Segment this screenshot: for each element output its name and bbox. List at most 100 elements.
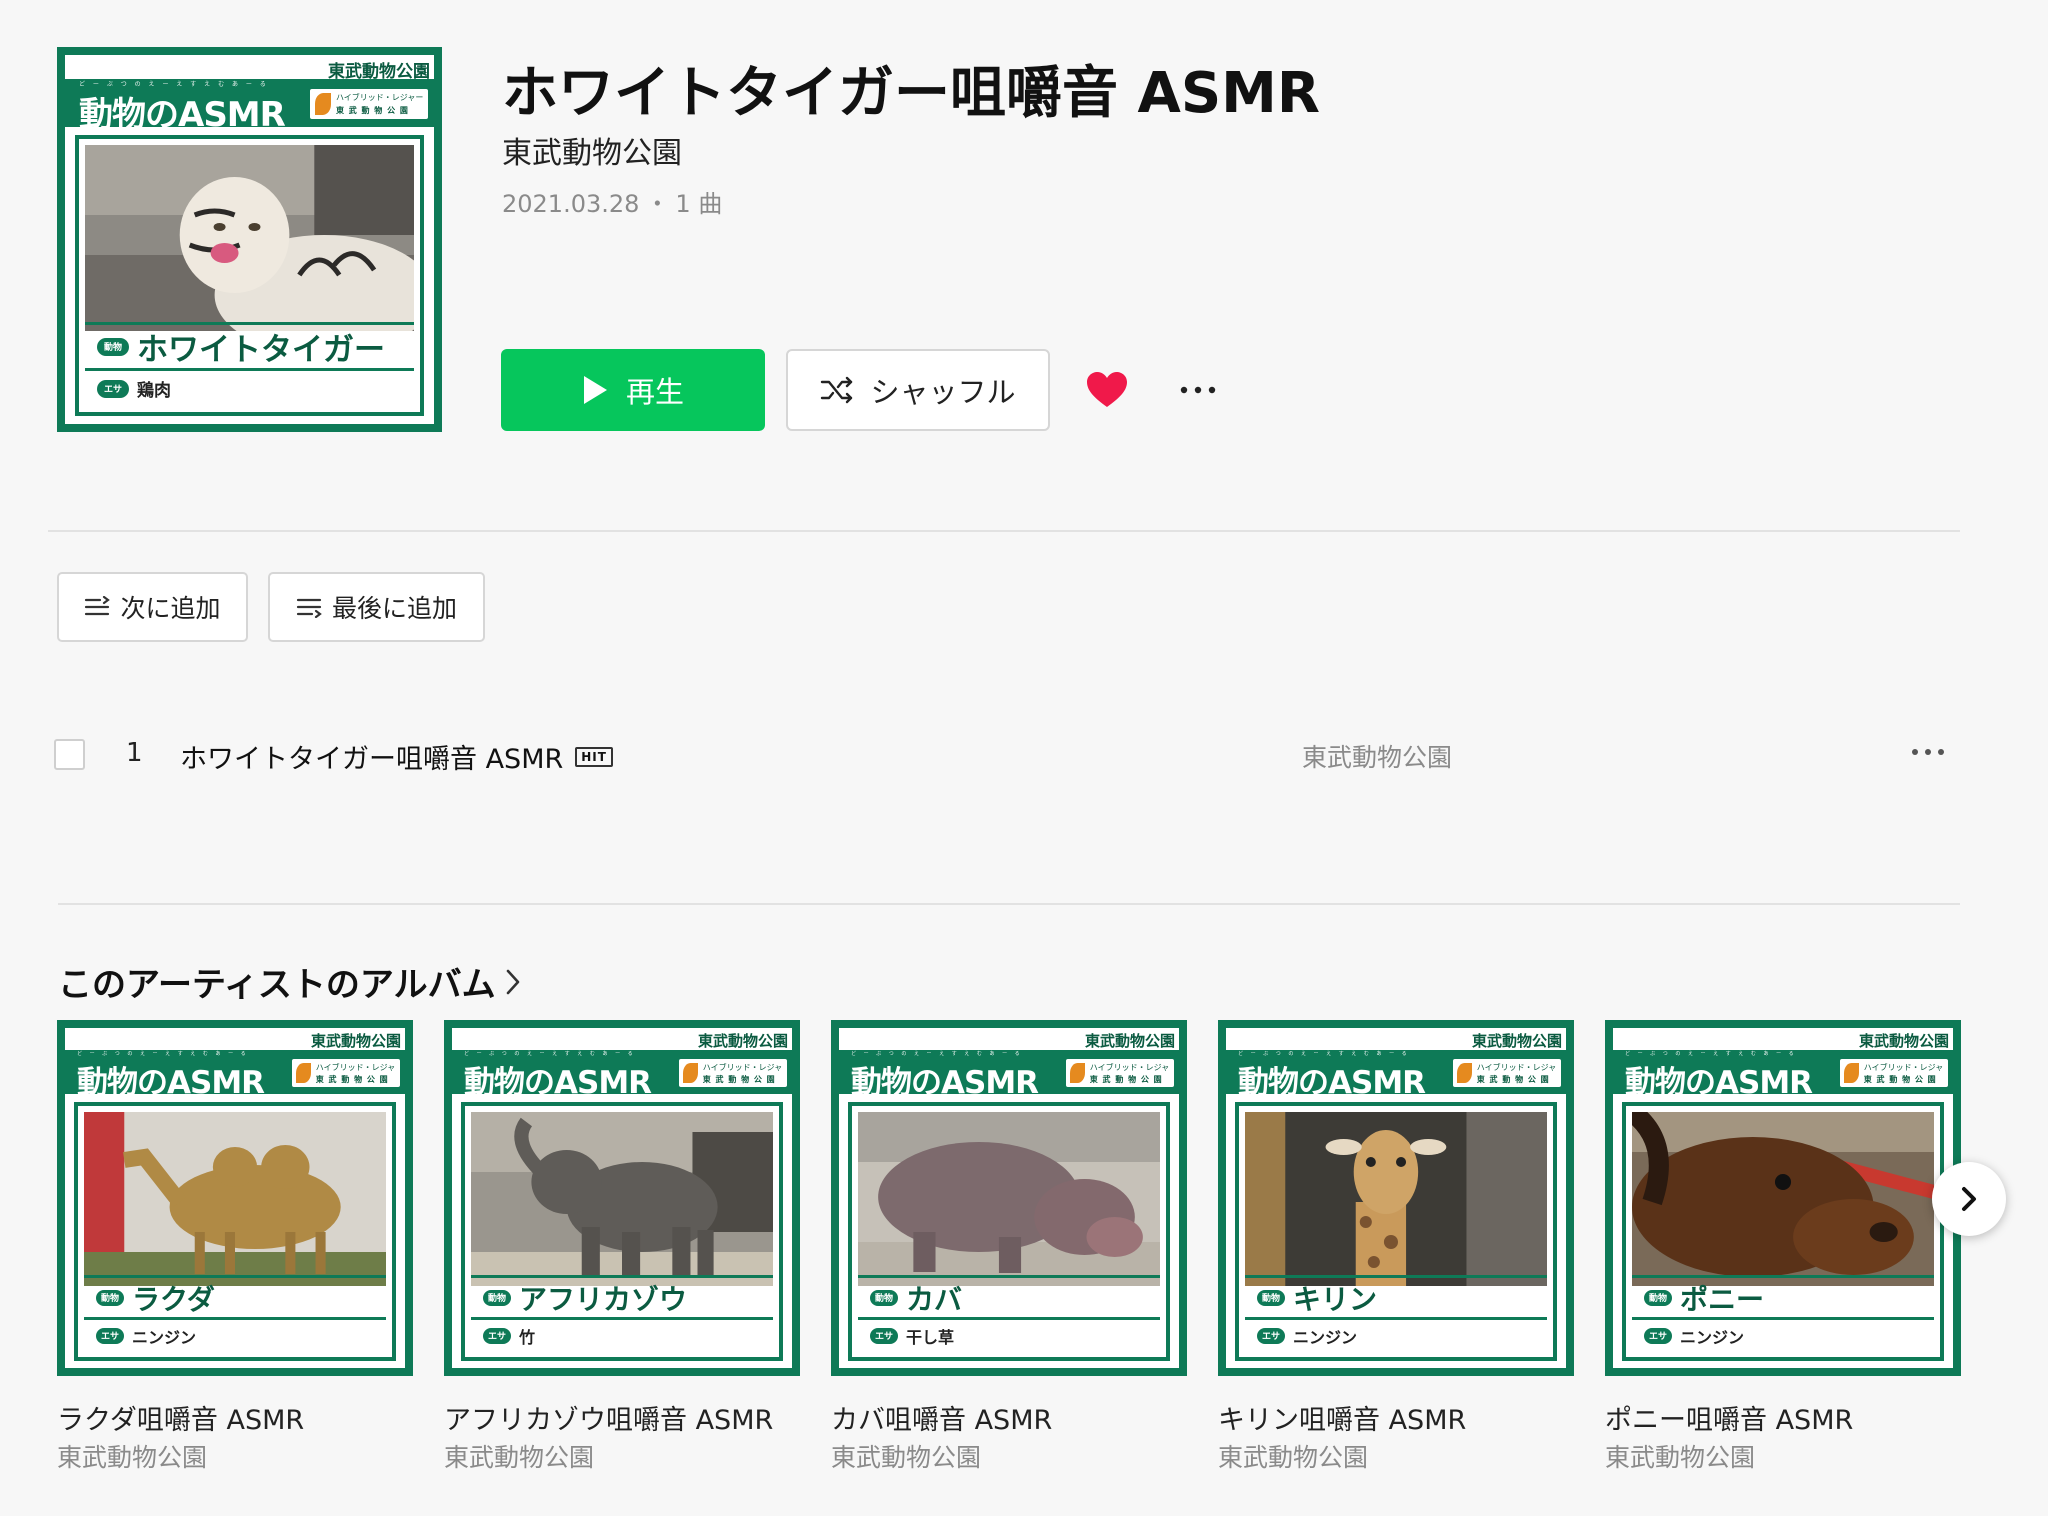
cover-zoo-name: 東武動物公園	[310, 1032, 401, 1050]
cover-title-band: ど ー ぶ つ の え ー え す え む あ ー る 動物のASMR ハイブリ…	[839, 1050, 1179, 1101]
chevron-right-icon	[506, 969, 519, 994]
add-last-label: 最後に追加	[331, 594, 457, 623]
album-card-artist[interactable]: 東武動物公園	[831, 1438, 981, 1474]
cover-frame: 動物 キリン エサ ニンジン	[1235, 1102, 1557, 1361]
cover-animal-tag: 動物	[483, 1289, 511, 1306]
cover-ruby: ど ー ぶ つ の え ー え す え む あ ー る	[1625, 1051, 1797, 1057]
add-next-label: 次に追加	[120, 594, 221, 623]
cover-zoo-logo: ハイブリッド・レジャーランド東 武 動 物 公 園	[1453, 1059, 1561, 1087]
album-meta: 2021.03.28 ・ 1 曲	[502, 184, 722, 219]
cover-title-band: ど ー ぶ つ の え ー え す え む あ ー る 動物のASMR ハイブリ…	[452, 1050, 792, 1101]
album-card-artist[interactable]: 東武動物公園	[1218, 1438, 1368, 1474]
cover-zoo-name: 東武動物公園	[697, 1032, 788, 1050]
cover-frame: 動物 ホワイトタイガー エサ 鶏肉	[75, 135, 424, 416]
shuffle-button[interactable]: シャッフル	[786, 349, 1050, 431]
artist-albums-heading[interactable]: このアーティストのアルバム	[58, 957, 522, 1006]
track-checkbox[interactable]	[54, 739, 85, 770]
album-card-title[interactable]: カバ咀嚼音 ASMR	[831, 1398, 1052, 1437]
cover-frame: 動物 カバ エサ 干し草	[848, 1102, 1170, 1361]
cover-animal-name: カバ	[906, 1282, 963, 1316]
play-icon	[583, 376, 607, 404]
tracklist-divider	[58, 903, 1960, 905]
cover-animal-name: ラクダ	[132, 1282, 215, 1316]
album-card-title[interactable]: キリン咀嚼音 ASMR	[1218, 1398, 1466, 1437]
cover-feed-name: 竹	[519, 1327, 536, 1347]
add-next-button[interactable]: 次に追加	[57, 572, 248, 642]
album-card-title[interactable]: ラクダ咀嚼音 ASMR	[57, 1398, 304, 1437]
album-artist-link[interactable]: 東武動物公園	[502, 128, 682, 172]
album-cover-art: 東武動物公園 ど ー ぶ つ の え ー え す え む あ ー る 動物のAS…	[65, 55, 434, 424]
cover-frame: 動物 ラクダ エサ ニンジン	[74, 1102, 396, 1361]
album-card-cover[interactable]: 東武動物公園 ど ー ぶ つ の え ー え す え む あ ー る 動物のAS…	[444, 1020, 800, 1376]
cover-feed-tag: エサ	[1257, 1327, 1285, 1344]
cover-ruby: ど ー ぶ つ の え ー え す え む あ ー る	[851, 1051, 1023, 1057]
cover-feed-row: エサ 鶏肉	[85, 368, 414, 406]
cover-title-band: ど ー ぶ つ の え ー え す え む あ ー る 動物のASMR ハイブリ…	[65, 79, 434, 135]
track-more-button[interactable]	[1908, 740, 1948, 764]
album-track-count: 1 曲	[675, 190, 723, 218]
cover-zoo-logo: ハイブリッド・レジャーランド東 武 動 物 公 園	[1066, 1059, 1174, 1087]
album-more-button[interactable]	[1178, 372, 1218, 408]
album-card-title[interactable]: ポニー咀嚼音 ASMR	[1605, 1398, 1853, 1437]
cover-title-band: ど ー ぶ つ の え ー え す え む あ ー る 動物のASMR ハイブリ…	[65, 1050, 405, 1101]
cover-zoo-logo: ハイブリッド・レジャーランド東 武 動 物 公 園	[679, 1059, 787, 1087]
play-button-label: 再生	[625, 375, 684, 409]
album-card-cover[interactable]: 東武動物公園 ど ー ぶ つ の え ー え す え む あ ー る 動物のAS…	[1605, 1020, 1961, 1376]
cover-title: 動物のASMR	[79, 95, 286, 135]
cover-zoo-name: 東武動物公園	[1858, 1032, 1949, 1050]
cover-photo-white-tiger	[85, 145, 414, 331]
cover-title: 動物のASMR	[1238, 1065, 1426, 1101]
album-card-cover[interactable]: 東武動物公園 ど ー ぶ つ の え ー え す え む あ ー る 動物のAS…	[831, 1020, 1187, 1376]
more-icon	[1180, 386, 1216, 394]
cover-title-band: ど ー ぶ つ の え ー え す え む あ ー る 動物のASMR ハイブリ…	[1613, 1050, 1953, 1101]
cover-photo-giraffe	[1245, 1112, 1547, 1286]
cover-title: 動物のASMR	[77, 1065, 265, 1101]
like-button[interactable]	[1085, 368, 1129, 412]
meta-separator: ・	[645, 190, 670, 218]
cover-zoo-logo: ハイブリッド・レジャーランド東 武 動 物 公 園	[292, 1059, 400, 1087]
cover-zoo-name: 東武動物公園	[1084, 1032, 1175, 1050]
album-card-cover[interactable]: 東武動物公園 ど ー ぶ つ の え ー え す え む あ ー る 動物のAS…	[57, 1020, 413, 1376]
cover-animal-tag: 動物	[96, 1289, 124, 1306]
cover-ruby: ど ー ぶ つ の え ー え す え む あ ー る	[1238, 1051, 1410, 1057]
add-next-icon	[85, 596, 111, 616]
cover-feed-tag: エサ	[483, 1327, 511, 1344]
cover-title: 動物のASMR	[851, 1065, 1039, 1101]
track-title[interactable]: ホワイトタイガー咀嚼音 ASMR HIT	[180, 737, 613, 776]
cover-title-band: ど ー ぶ つ の え ー え す え む あ ー る 動物のASMR ハイブリ…	[1226, 1050, 1566, 1101]
cover-feed-name: 鶏肉	[137, 381, 171, 401]
album-card-cover[interactable]: 東武動物公園 ど ー ぶ つ の え ー え す え む あ ー る 動物のAS…	[1218, 1020, 1574, 1376]
cover-animal-name: キリン	[1293, 1282, 1378, 1316]
track-artist[interactable]: 東武動物公園	[1302, 738, 1452, 774]
cover-feed-name: ニンジン	[1293, 1327, 1358, 1347]
artist-albums-title: このアーティストのアルバム	[58, 965, 496, 1005]
play-button[interactable]: 再生	[501, 349, 765, 431]
heart-icon	[1087, 372, 1127, 407]
add-last-button[interactable]: 最後に追加	[268, 572, 485, 642]
cover-animal-name: ホワイトタイガー	[137, 332, 385, 368]
cover-ruby: ど ー ぶ つ の え ー え す え む あ ー る	[464, 1051, 636, 1057]
track-number: 1	[126, 738, 143, 768]
cover-title: 動物のASMR	[464, 1065, 652, 1101]
add-last-icon	[296, 598, 322, 618]
cover-frame: 動物 アフリカゾウ エサ 竹	[461, 1102, 783, 1361]
cover-photo-hippo	[858, 1112, 1160, 1286]
album-cover: 東武動物公園 ど ー ぶ つ の え ー え す え む あ ー る 動物のAS…	[57, 47, 442, 432]
cover-title: 動物のASMR	[1625, 1065, 1813, 1101]
cover-zoo-logo: ハイブリッド・レジャーランド東 武 動 物 公 園	[1840, 1059, 1948, 1087]
album-card-artist[interactable]: 東武動物公園	[1605, 1438, 1755, 1474]
cover-feed-tag: エサ	[97, 379, 129, 398]
hit-badge: HIT	[575, 746, 613, 767]
album-card-artist[interactable]: 東武動物公園	[57, 1438, 207, 1474]
album-card-title[interactable]: アフリカゾウ咀嚼音 ASMR	[444, 1398, 773, 1437]
cover-photo-camel	[84, 1112, 386, 1286]
cover-animal-name: アフリカゾウ	[519, 1282, 688, 1316]
carousel-next-button[interactable]	[1932, 1162, 2006, 1236]
cover-feed-name: 干し草	[906, 1327, 955, 1347]
cover-photo-elephant	[471, 1112, 773, 1286]
cover-animal-tag: 動物	[97, 337, 129, 356]
shuffle-button-label: シャッフル	[870, 375, 1016, 409]
cover-animal-row: 動物 ホワイトタイガー	[85, 322, 414, 368]
shuffle-icon	[821, 376, 853, 404]
album-card-artist[interactable]: 東武動物公園	[444, 1438, 594, 1474]
